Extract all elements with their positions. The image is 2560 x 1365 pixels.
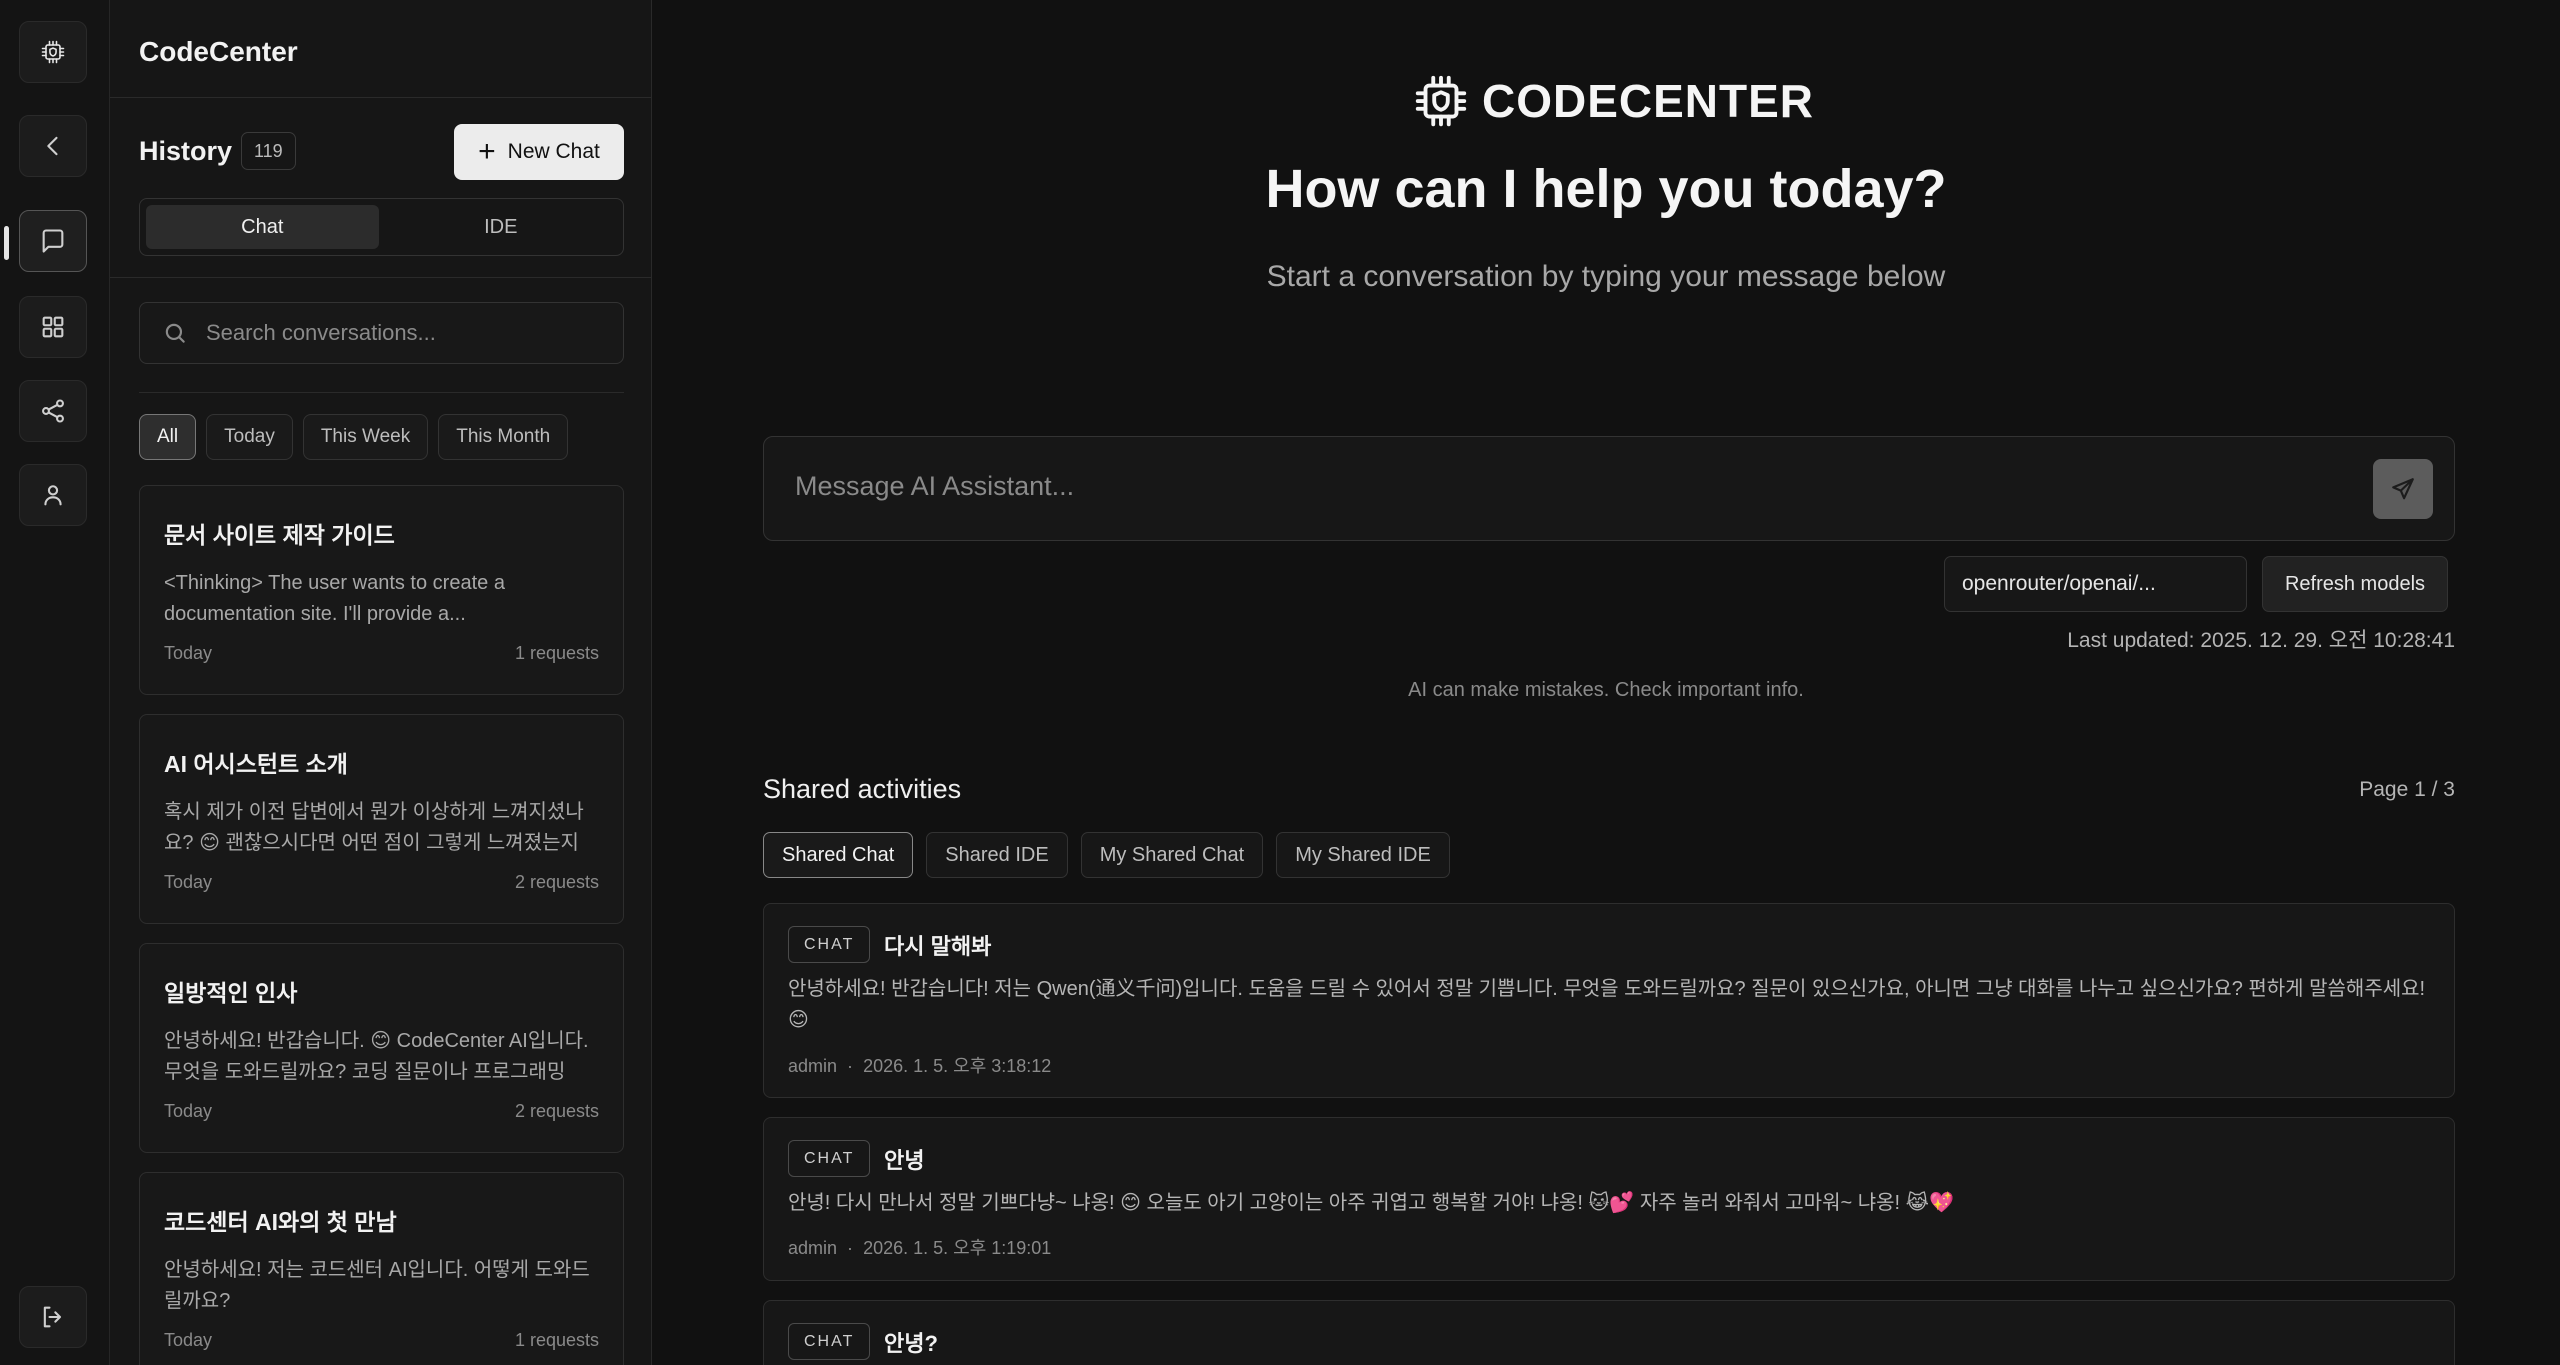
tab-ide[interactable]: IDE — [385, 205, 618, 249]
chip-shield-icon — [1415, 75, 1467, 127]
grid-icon — [42, 316, 64, 338]
meta-separator: · — [842, 1056, 859, 1076]
shared-tabs: Shared Chat Shared IDE My Shared Chat My… — [763, 832, 1450, 878]
conversation-title: 문서 사이트 제작 가이드 — [164, 522, 395, 548]
chat-nav-button[interactable] — [19, 210, 87, 272]
conversation-date: Today — [164, 1101, 213, 1121]
conversation-date: Today — [164, 1330, 213, 1350]
conversation-date: Today — [164, 872, 213, 892]
apps-nav-button[interactable] — [19, 296, 87, 358]
conversation-preview: 안녕하세요! 저는 코드센터 AI입니다. 어떻게 도와드릴까요? — [164, 1259, 590, 1312]
new-chat-button[interactable]: + New Chat — [454, 124, 624, 180]
profile-nav-button[interactable] — [19, 464, 87, 526]
conversation-title: AI 어시스턴트 소개 — [164, 751, 348, 777]
conversation-title: 코드센터 AI와의 첫 만남 — [164, 1209, 397, 1235]
logout-button[interactable] — [19, 1286, 87, 1348]
filter-this-week[interactable]: This Week — [302, 414, 429, 460]
activity-time: 2026. 1. 5. 오후 1:19:01 — [863, 1238, 1052, 1258]
activity-type-badge: CHAT — [788, 1140, 871, 1177]
collapse-sidebar-button[interactable] — [19, 115, 87, 177]
conversation-card[interactable]: 일방적인 인사 안녕하세요! 반갑습니다. 😊 CodeCenter AI입니다… — [139, 943, 624, 1153]
divider — [110, 97, 651, 98]
date-filters: All Today This Week This Month — [139, 414, 569, 460]
shared-activities-heading: Shared activities — [763, 774, 962, 804]
conversation-requests: 1 requests — [514, 1330, 599, 1350]
tab-chat[interactable]: Chat — [146, 205, 379, 249]
tab-shared-chat[interactable]: Shared Chat — [763, 832, 914, 878]
conversation-date: Today — [164, 643, 213, 663]
chevron-left-icon — [47, 136, 58, 156]
activity-author: admin — [788, 1238, 838, 1258]
brand-wordmark: CODECENTER — [1482, 75, 1815, 127]
activity-time: 2026. 1. 5. 오후 3:18:12 — [863, 1056, 1052, 1076]
divider — [139, 392, 624, 393]
activity-title: 다시 말해봐 — [884, 934, 992, 959]
activity-author: admin — [788, 1056, 838, 1076]
refresh-models-button[interactable]: Refresh models — [2262, 556, 2448, 612]
conversation-requests: 2 requests — [514, 872, 599, 892]
icon-rail — [0, 0, 110, 1365]
activity-meta: admin · 2026. 1. 5. 오후 3:18:12 — [788, 1052, 1051, 1078]
activity-type-badge: CHAT — [788, 926, 871, 963]
divider — [110, 277, 651, 278]
history-heading: History — [139, 136, 233, 166]
conversation-card[interactable]: 코드센터 AI와의 첫 만남 안녕하세요! 저는 코드센터 AI입니다. 어떻게… — [139, 1172, 624, 1365]
share-nav-button[interactable] — [19, 380, 87, 442]
history-type-toggle: Chat IDE — [139, 198, 624, 256]
share-icon — [42, 399, 64, 423]
message-composer — [763, 436, 2455, 541]
conversation-card[interactable]: 문서 사이트 제작 가이드 <Thinking> The user wants … — [139, 485, 624, 695]
send-icon — [2392, 478, 2414, 500]
tab-my-shared-chat[interactable]: My Shared Chat — [1080, 832, 1264, 878]
plus-icon: + — [478, 135, 496, 168]
activity-preview: 안녕하세요! 반갑습니다! 저는 Qwen(通义千问)입니다. 도움을 드릴 수… — [788, 978, 2426, 1031]
page-subtitle: Start a conversation by typing your mess… — [1266, 260, 1946, 293]
activity-meta: admin · 2026. 1. 5. 오후 1:19:01 — [788, 1234, 1051, 1260]
search-icon — [165, 323, 185, 343]
send-button[interactable] — [2373, 459, 2433, 519]
logout-icon — [43, 1306, 62, 1328]
main-area: CODECENTER How can I help you today? Sta… — [652, 0, 2560, 1365]
page-indicator: Page 1 / 3 — [2359, 778, 2455, 801]
last-updated-text: Last updated: 2025. 12. 29. 오전 10:28:41 — [2067, 629, 2455, 652]
conversation-title: 일방적인 인사 — [164, 980, 298, 1006]
message-square-icon — [42, 229, 64, 253]
conversation-preview: 안녕하세요! 반갑습니다. 😊 CodeCenter AI입니다. 무엇을 도와… — [164, 1030, 589, 1083]
shared-activity-card[interactable]: CHAT 안녕 안녕! 다시 만나서 정말 기쁘다냥~ 냐옹! 😊 오늘도 아기… — [763, 1117, 2455, 1281]
new-chat-label: New Chat — [507, 140, 600, 163]
search-box — [139, 302, 624, 364]
conversation-preview: <Thinking> The user wants to create a do… — [164, 572, 505, 625]
conversation-requests: 1 requests — [514, 643, 599, 663]
search-input[interactable] — [206, 320, 606, 346]
shared-activity-card[interactable]: CHAT 안녕? — [763, 1300, 2455, 1365]
page-title: How can I help you today? — [1265, 159, 1947, 219]
activity-type-badge: CHAT — [788, 1323, 871, 1360]
user-icon — [44, 485, 62, 506]
message-input[interactable] — [795, 471, 2295, 502]
history-count-badge: 119 — [241, 132, 296, 170]
filter-all[interactable]: All — [139, 414, 197, 460]
activity-title: 안녕? — [884, 1331, 938, 1356]
brand-logo: CODECENTER — [1410, 70, 1814, 132]
shared-activity-card[interactable]: CHAT 다시 말해봐 안녕하세요! 반갑습니다! 저는 Qwen(通义千问)입… — [763, 903, 2455, 1098]
activity-preview: 안녕! 다시 만나서 정말 기쁘다냥~ 냐옹! 😊 오늘도 아기 고양이는 아주… — [788, 1192, 1954, 1214]
disclaimer-text: AI can make mistakes. Check important in… — [1408, 679, 1804, 701]
conversation-card[interactable]: AI 어시스턴트 소개 혹시 제가 이전 답변에서 뭔가 이상하게 느껴지셨나요… — [139, 714, 624, 924]
tab-my-shared-ide[interactable]: My Shared IDE — [1276, 832, 1450, 878]
meta-separator: · — [842, 1238, 859, 1258]
model-select[interactable]: openrouter/openai/... — [1944, 556, 2247, 612]
conversation-preview: 혹시 제가 이전 답변에서 뭔가 이상하게 느껴지셨나요? 😊 괜찮으시다면 어… — [164, 801, 584, 854]
filter-this-month[interactable]: This Month — [438, 414, 569, 460]
history-panel: CodeCenter History 119 + New Chat Chat I… — [110, 0, 652, 1365]
app-logo-icon[interactable] — [19, 21, 87, 83]
filter-today[interactable]: Today — [206, 414, 293, 460]
active-indicator — [4, 226, 9, 260]
app-title: CodeCenter — [139, 36, 298, 67]
tab-shared-ide[interactable]: Shared IDE — [926, 832, 1068, 878]
conversation-requests: 2 requests — [514, 1101, 599, 1121]
activity-title: 안녕 — [884, 1148, 925, 1173]
